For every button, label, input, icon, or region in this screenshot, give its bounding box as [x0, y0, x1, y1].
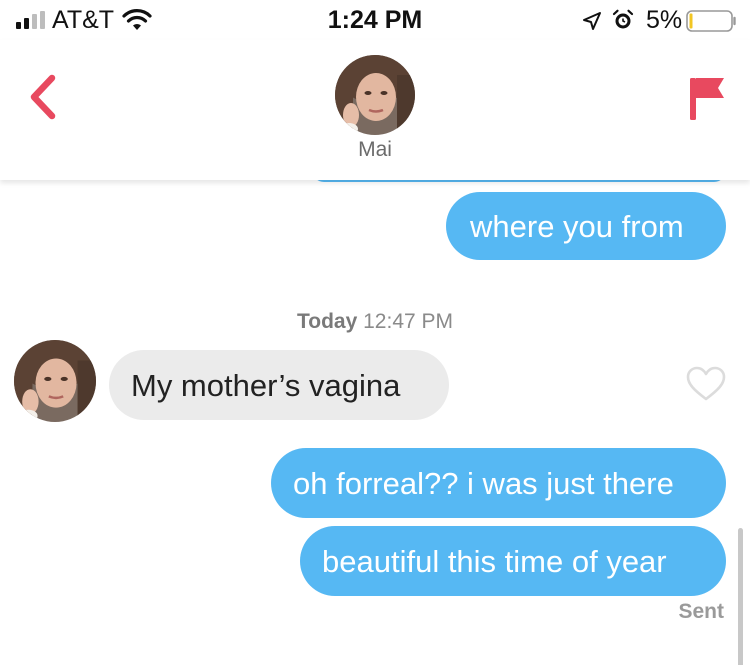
flag-icon: [690, 78, 696, 120]
battery-icon: [686, 10, 736, 32]
back-button[interactable]: [24, 72, 64, 122]
sender-avatar[interactable]: [14, 340, 96, 422]
message-timestamp: Today 12:47 PM: [0, 310, 750, 334]
timestamp-day: Today: [296, 310, 358, 333]
status-bar: AT&T 1:24 PM 5%: [0, 0, 750, 40]
chevron-left-icon: [30, 74, 56, 120]
heart-outline-icon: [686, 366, 726, 401]
scrollbar[interactable]: [738, 528, 743, 665]
message-bubble-outgoing[interactable]: oh forreal?? i was just there: [271, 448, 726, 518]
location-arrow-icon: [583, 12, 601, 30]
battery-percent: 5%: [646, 6, 683, 34]
report-button[interactable]: [684, 74, 728, 122]
contact-name[interactable]: Mai: [0, 138, 750, 162]
message-bubble-outgoing[interactable]: beautiful this time of year: [300, 526, 726, 596]
status-time: 1:24 PM: [327, 6, 423, 34]
alarm-icon: [612, 9, 634, 29]
timestamp-time: 12:47 PM: [363, 310, 454, 333]
like-button[interactable]: [686, 366, 726, 402]
delivery-status: Sent: [678, 600, 724, 623]
message-thread: where you from Today 12:47 PM My mother’…: [0, 170, 750, 665]
chat-header: Mai: [0, 40, 750, 180]
contact-avatar[interactable]: [335, 55, 415, 135]
message-bubble-incoming[interactable]: My mother’s vagina: [109, 350, 449, 420]
message-bubble-outgoing[interactable]: where you from: [446, 192, 726, 260]
